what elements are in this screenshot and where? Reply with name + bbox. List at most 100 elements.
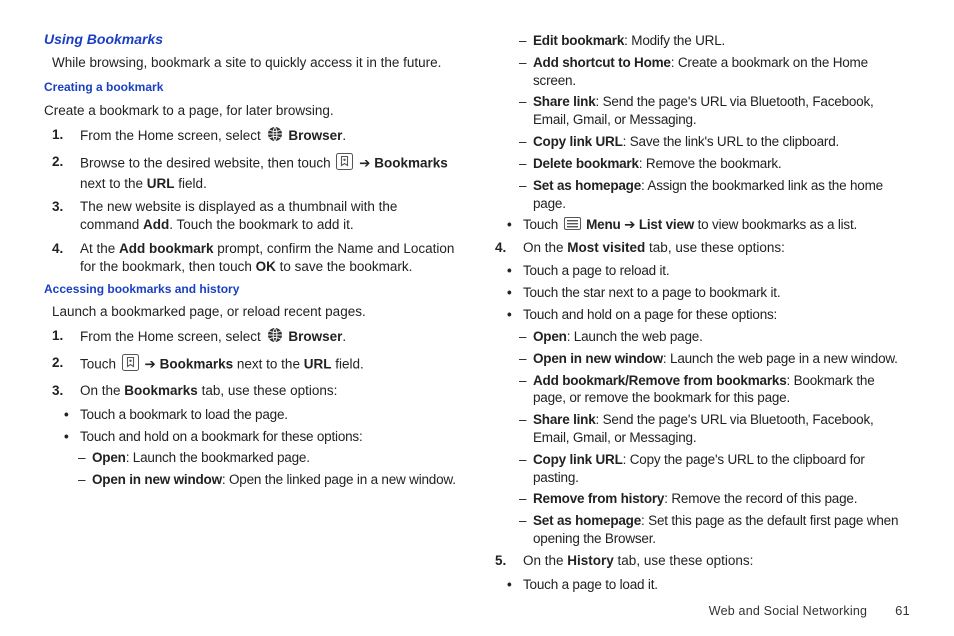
bold-text: Open [92, 450, 126, 465]
dash-body: Remove from history: Remove the record o… [533, 490, 910, 508]
dash-body: Set as homepage: Set this page as the de… [533, 512, 910, 548]
bullet-body: Touch Menu ➔ List view to view bookmarks… [523, 216, 910, 234]
bullet: • Touch Menu ➔ List view to view bookmar… [507, 216, 910, 234]
dash-body: Open in new window: Open the linked page… [92, 471, 459, 489]
step-1b: 1. From the Home screen, select Browser. [52, 327, 459, 348]
sub1-intro: Create a bookmark to a page, for later b… [44, 102, 459, 120]
subheading-accessing: Accessing bookmarks and history [44, 282, 459, 298]
text: Browse to the desired website, then touc… [80, 155, 334, 170]
step-body: On the Bookmarks tab, use these options: [80, 382, 459, 400]
text: . [342, 128, 346, 143]
arrow-icon: ➔ [145, 357, 160, 372]
bold-text: Open [533, 329, 567, 344]
bullet: • Touch and hold on a page for these opt… [507, 306, 910, 324]
dash-body: Open: Launch the bookmarked page. [92, 449, 459, 467]
step-number: 2. [52, 354, 80, 376]
dash-item: – Remove from history: Remove the record… [519, 490, 910, 508]
bold-text: OK [256, 259, 276, 274]
bold-text: Add [143, 217, 169, 232]
bold-text: Bookmarks [374, 155, 448, 170]
bookmark-star-icon [122, 354, 139, 376]
bullet-mark: • [507, 576, 523, 594]
dash-mark: – [519, 350, 533, 368]
bold-text: Add shortcut to Home [533, 55, 671, 70]
dash-item: – Set as homepage: Assign the bookmarked… [519, 177, 910, 213]
text: tab, use these options: [614, 553, 754, 568]
step-body: Browse to the desired website, then touc… [80, 153, 459, 193]
bullet-body: Touch a page to load it. [523, 576, 910, 594]
menu-icon [564, 217, 581, 235]
step-number: 4. [495, 239, 523, 257]
dash-body: Edit bookmark: Modify the URL. [533, 32, 910, 50]
text: field. [331, 357, 363, 372]
step-body: From the Home screen, select Browser. [80, 327, 459, 348]
arrow-icon: ➔ [624, 217, 639, 232]
dash-body: Add shortcut to Home: Create a bookmark … [533, 54, 910, 90]
dash-mark: – [519, 32, 533, 50]
dash-body: Copy link URL: Save the link's URL to th… [533, 133, 910, 151]
bold-text: Menu [586, 217, 620, 232]
bold-text: Bookmarks [160, 357, 234, 372]
dash-mark: – [519, 411, 533, 447]
dash-item: – Edit bookmark: Modify the URL. [519, 32, 910, 50]
bold-text: Set as homepage [533, 513, 641, 528]
bullet-mark: • [507, 306, 523, 324]
sub2-intro: Launch a bookmarked page, or reload rece… [52, 303, 459, 321]
step-3b: 3. On the Bookmarks tab, use these optio… [52, 382, 459, 400]
step-number: 2. [52, 153, 80, 193]
text: Touch [80, 357, 120, 372]
step-5r: 5. On the History tab, use these options… [495, 552, 910, 570]
dash-mark: – [519, 451, 533, 487]
step-body: At the Add bookmark prompt, confirm the … [80, 240, 459, 276]
bold-text: URL [147, 176, 175, 191]
step-number: 1. [52, 327, 80, 348]
dash-item: – Share link: Send the page's URL via Bl… [519, 93, 910, 129]
bold-text: Copy link URL [533, 134, 623, 149]
text: . [342, 329, 346, 344]
dash-item: – Open: Launch the bookmarked page. [78, 449, 459, 467]
footer-section-title: Web and Social Networking [709, 604, 867, 618]
bold-text: Set as homepage [533, 178, 641, 193]
bold-text: List view [639, 217, 694, 232]
bold-text: Bookmarks [124, 383, 198, 398]
step-number: 4. [52, 240, 80, 276]
text: : Launch the bookmarked page. [126, 450, 310, 465]
step-body: On the History tab, use these options: [523, 552, 910, 570]
step-number: 3. [52, 198, 80, 234]
step-body: Touch ➔ Bookmarks next to the URL field. [80, 354, 459, 376]
text: to view bookmarks as a list. [694, 217, 857, 232]
dash-item: – Set as homepage: Set this page as the … [519, 512, 910, 548]
dash-mark: – [519, 512, 533, 548]
step-4r: 4. On the Most visited tab, use these op… [495, 239, 910, 257]
text: On the [523, 553, 567, 568]
page-footer: Web and Social Networking 61 [709, 603, 910, 618]
bold-text: Most visited [567, 240, 645, 255]
bullet: • Touch the star next to a page to bookm… [507, 284, 910, 302]
globe-icon [267, 327, 283, 348]
bullet-body: Touch and hold on a page for these optio… [523, 306, 910, 324]
text: On the [80, 383, 124, 398]
bold-text: URL [304, 357, 332, 372]
bullet: • Touch a page to reload it. [507, 262, 910, 280]
step-body: The new website is displayed as a thumbn… [80, 198, 459, 234]
dash-mark: – [519, 177, 533, 213]
dash-item: – Copy link URL: Save the link's URL to … [519, 133, 910, 151]
dash-item: – Open in new window: Launch the web pag… [519, 350, 910, 368]
text: : Launch the web page in a new window. [663, 351, 898, 366]
bold-text: Browser [288, 128, 342, 143]
bullet: • Touch and hold on a bookmark for these… [64, 428, 459, 446]
dash-mark: – [519, 155, 533, 173]
dash-mark: – [78, 471, 92, 489]
text: : Remove the bookmark. [639, 156, 782, 171]
text: . Touch the bookmark to add it. [169, 217, 353, 232]
step-2b: 2. Touch ➔ Bookmarks next to the URL fie… [52, 354, 459, 376]
bullet: • Touch a bookmark to load the page. [64, 406, 459, 424]
dash-mark: – [519, 490, 533, 508]
bold-text: Open in new window [533, 351, 663, 366]
dash-mark: – [519, 54, 533, 90]
bullet-body: Touch a bookmark to load the page. [80, 406, 459, 424]
dash-body: Share link: Send the page's URL via Blue… [533, 93, 910, 129]
dash-body: Set as homepage: Assign the bookmarked l… [533, 177, 910, 213]
text: tab, use these options: [645, 240, 785, 255]
text: On the [523, 240, 567, 255]
